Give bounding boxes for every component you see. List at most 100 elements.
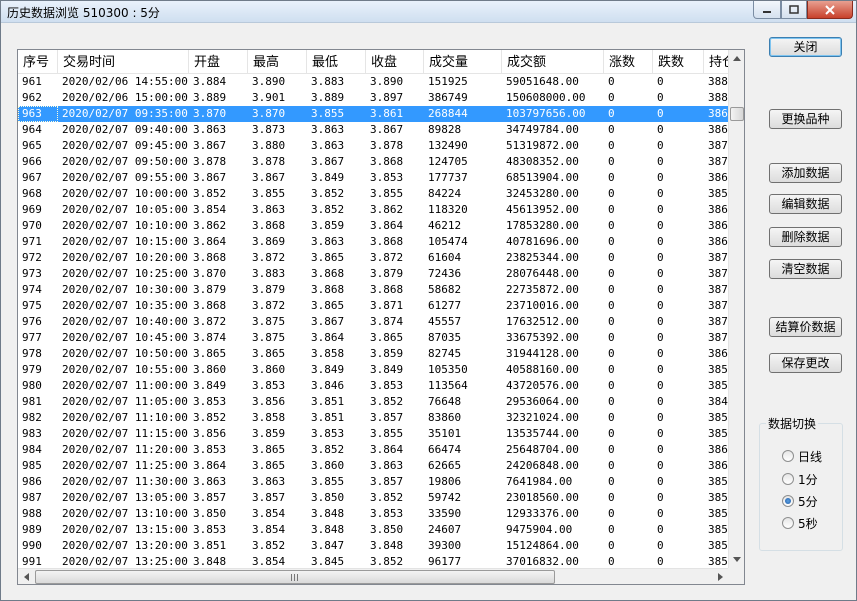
change-symbol-button[interactable]: 更换品种 [769,109,842,129]
table-row[interactable]: 971 2020/02/07 10:15:00 3.864 3.869 3.863 3.8… [18,234,728,250]
table-row[interactable]: 979 2020/02/07 10:55:00 3.860 3.860 3.849 3.8… [18,362,728,378]
table-row[interactable]: 990 2020/02/07 13:20:00 3.851 3.852 3.847 3.8… [18,538,728,554]
table-row[interactable]: 981 2020/02/07 11:05:00 3.853 3.856 3.851 3.8… [18,394,728,410]
horizontal-scroll-thumb[interactable] [35,570,555,584]
table-row[interactable]: 968 2020/02/07 10:00:00 3.852 3.855 3.852 3.8… [18,186,728,202]
radio-button-icon[interactable] [782,495,794,507]
table-row[interactable]: 976 2020/02/07 10:40:00 3.872 3.875 3.867 3.8… [18,314,728,330]
table-cell: 29536064.00 [506,395,579,408]
scroll-left-arrow-icon[interactable] [18,569,34,584]
column-header[interactable]: 收盘 [366,50,424,74]
table-row[interactable]: 980 2020/02/07 11:00:00 3.849 3.853 3.846 3.8… [18,378,728,394]
table-cell: 981 [22,395,42,408]
table-row[interactable]: 963 2020/02/07 09:35:00 3.870 3.870 3.855 3.8… [18,106,728,122]
table-cell: 0 [608,379,615,392]
clear-data-button[interactable]: 清空数据 [769,259,842,279]
table-row[interactable]: 974 2020/02/07 10:30:00 3.879 3.879 3.868 3.8… [18,282,728,298]
scroll-down-arrow-icon[interactable] [729,551,744,568]
column-header[interactable]: 交易时间 [58,50,189,74]
add-data-button[interactable]: 添加数据 [769,163,842,183]
delete-data-button[interactable]: 删除数据 [769,227,842,247]
table-cell: 0 [657,267,664,280]
table-cell: 3.855 [370,427,404,440]
scroll-up-arrow-icon[interactable] [729,50,744,67]
column-header[interactable]: 跌数 [653,50,704,74]
table-row[interactable]: 985 2020/02/07 11:25:00 3.864 3.865 3.860 3.8… [18,458,728,474]
table-cell: 59051648.00 [506,75,579,88]
maximize-button[interactable] [781,1,807,19]
close-window-button[interactable] [807,1,853,19]
column-header[interactable]: 最高 [248,50,307,74]
vertical-scrollbar[interactable] [728,50,744,568]
column-header[interactable]: 成交量 [424,50,502,74]
vertical-scroll-thumb[interactable] [730,107,744,121]
table-cell: 23825344.00 [506,251,579,264]
table-row[interactable]: 975 2020/02/07 10:35:00 3.868 3.872 3.865 3.8… [18,298,728,314]
column-header[interactable]: 最低 [307,50,366,74]
table-row[interactable]: 977 2020/02/07 10:45:00 3.874 3.875 3.864 3.8… [18,330,728,346]
table-row[interactable]: 984 2020/02/07 11:20:00 3.853 3.865 3.852 3.8… [18,442,728,458]
scroll-right-arrow-icon[interactable] [712,569,728,584]
table-cell: 3.857 [193,491,227,504]
close-button[interactable]: 关闭 [769,37,842,57]
maximize-icon [789,5,799,14]
radio-option[interactable]: 5分 [782,493,818,509]
table-row[interactable]: 962 2020/02/06 15:00:00 3.889 3.901 3.889 3.8… [18,90,728,106]
radio-button-icon[interactable] [782,450,794,462]
table-cell: 0 [608,219,615,232]
table-cell: 3.860 [193,363,227,376]
table-row[interactable]: 989 2020/02/07 13:15:00 3.853 3.854 3.848 3.8… [18,522,728,538]
table-cell: 0 [608,75,615,88]
table-cell: 3.874 [370,315,404,328]
table-cell: 40588160.00 [506,363,579,376]
table-cell: 0 [657,219,664,232]
table-cell: 987 [22,491,42,504]
radio-button-icon[interactable] [782,473,794,485]
table-row[interactable]: 966 2020/02/07 09:50:00 3.878 3.878 3.867 3.8… [18,154,728,170]
table-cell: 3.853 [193,443,227,456]
radio-button-icon[interactable] [782,517,794,529]
radio-option[interactable]: 1分 [782,471,818,487]
save-changes-button[interactable]: 保存更改 [769,353,842,373]
radio-option[interactable]: 5秒 [782,515,818,531]
column-header[interactable]: 序号 [18,50,58,74]
table-row[interactable]: 986 2020/02/07 11:30:00 3.863 3.863 3.855 3.8… [18,474,728,490]
table-cell: 3.850 [370,523,404,536]
table-row[interactable]: 969 2020/02/07 10:05:00 3.854 3.863 3.852 3.8… [18,202,728,218]
table-row[interactable]: 988 2020/02/07 13:10:00 3.850 3.854 3.848 3.8… [18,506,728,522]
table-cell: 3.854 [252,523,286,536]
column-header[interactable]: 开盘 [189,50,248,74]
table-row[interactable]: 987 2020/02/07 13:05:00 3.857 3.857 3.850 3.8… [18,490,728,506]
table-cell: 0 [608,411,615,424]
minimize-button[interactable] [753,1,781,19]
table-cell: 3.849 [311,363,345,376]
table-cell: 3.864 [370,219,404,232]
table-row[interactable]: 961 2020/02/06 14:55:00 3.884 3.890 3.883 3.8… [18,74,728,90]
table-body[interactable]: 961 2020/02/06 14:55:00 3.884 3.890 3.883 3.8… [18,74,728,570]
table-cell: 3.879 [252,283,286,296]
table-cell: 3.853 [370,507,404,520]
table-row[interactable]: 967 2020/02/07 09:55:00 3.867 3.867 3.849 3.8… [18,170,728,186]
horizontal-scrollbar[interactable] [18,568,728,584]
table-row[interactable]: 972 2020/02/07 10:20:00 3.868 3.872 3.865 3.8… [18,250,728,266]
radio-option-label: 1分 [798,472,818,487]
table-row[interactable]: 978 2020/02/07 10:50:00 3.865 3.865 3.858 3.8… [18,346,728,362]
title-bar[interactable]: 历史数据浏览 510300 : 5分 [1,1,856,23]
table-cell: 387 [708,299,728,312]
column-header[interactable]: 成交额 [502,50,604,74]
table-cell: 965 [22,139,42,152]
edit-data-button[interactable]: 编辑数据 [769,194,842,214]
table-row[interactable]: 964 2020/02/07 09:40:00 3.863 3.873 3.863 3.8… [18,122,728,138]
settlement-data-button[interactable]: 结算价数据 [769,317,842,337]
history-data-table[interactable]: 序号 交易时间 开盘 最高 最低 收盘 成交量 成交额 涨数 跌数 持仓 961 2020/02/06… [17,49,745,585]
column-header[interactable]: 涨数 [604,50,653,74]
table-row[interactable]: 970 2020/02/07 10:10:00 3.862 3.868 3.859 3.8… [18,218,728,234]
radio-option[interactable]: 日线 [782,448,822,464]
table-row[interactable]: 973 2020/02/07 10:25:00 3.870 3.883 3.868 3.8… [18,266,728,282]
table-row[interactable]: 983 2020/02/07 11:15:00 3.856 3.859 3.853 3.8… [18,426,728,442]
table-cell: 387 [708,251,728,264]
table-cell: 2020/02/07 09:50:00 [62,155,188,168]
table-row[interactable]: 965 2020/02/07 09:45:00 3.867 3.880 3.863 3.8… [18,138,728,154]
table-row[interactable]: 982 2020/02/07 11:10:00 3.852 3.858 3.851 3.8… [18,410,728,426]
table-cell: 0 [657,235,664,248]
